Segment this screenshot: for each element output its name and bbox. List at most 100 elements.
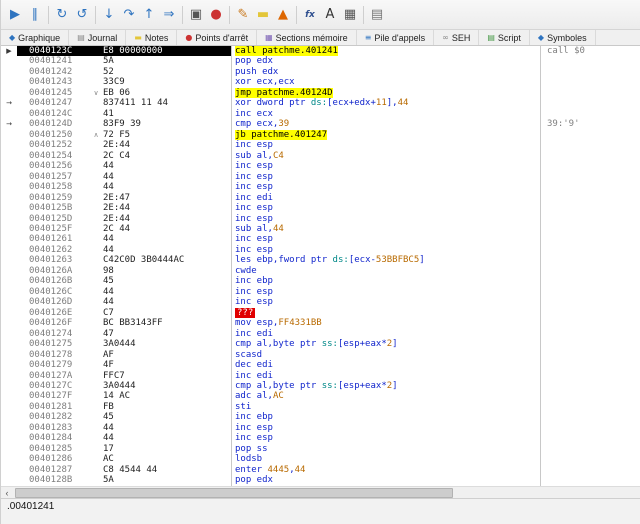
disasm-row[interactable]: → 00401247 837411 11 44 xor dword ptr ds:[e… [1,98,640,109]
disasm-row[interactable]: 00401263 C42C0D 3B0444AC les ebp,fword ptr… [1,255,640,266]
disasm-row[interactable]: 00401285 17 pop ss [1,443,640,455]
step-out-icon[interactable]: ↑ [139,4,159,26]
tab-memory-map[interactable]: ▦ Sections mémoire [257,30,357,45]
disasm-row[interactable]: 0040124C 41 inc ecx [1,108,640,120]
fx-icon[interactable]: fx [300,4,320,26]
scrollbar-track[interactable] [13,487,640,499]
disasm-row[interactable]: 00401257 44 inc esp [1,171,640,183]
disasm-row[interactable]: → 0040124D 83F9 39 cmp ecx,39 39:'9' [1,119,640,130]
disasm-row[interactable]: 00401262 44 inc esp [1,244,640,256]
horizontal-scrollbar[interactable]: ‹ [1,486,640,498]
disasm-row[interactable]: 00401281 FB sti [1,401,640,413]
pause-icon[interactable]: ∥ [25,4,45,26]
disasm-row[interactable]: 0040126D 44 inc esp [1,297,640,308]
tab-graph[interactable]: ◆ Graphique [1,30,70,45]
disasm-row[interactable]: 0040126E C7??? [1,307,640,319]
run-to-return-icon[interactable]: ⇒ [159,4,179,26]
tab-notes[interactable]: ▬ Notes [126,30,178,45]
scrollbar-thumb[interactable] [15,487,453,498]
instruction-cell: dec edi [231,360,540,371]
disasm-row[interactable]: 00401259 2E:47 inc edi [1,192,640,204]
disasm-row[interactable]: 0040127A FFC7 inc edi [1,370,640,381]
disasm-row[interactable]: 0040128B 5A pop edx [1,475,640,486]
disasm-row[interactable]: 00401241 5A pop edx [1,56,640,67]
memory-grid-icon[interactable]: ▤ [367,4,387,26]
disasm-row[interactable]: 0040125D 2E:44 inc esp [1,213,640,224]
disassembly-view[interactable]: ▶ 0040123C E8 00000000 call patchme.401241 c… [1,46,640,486]
comment-cell [540,56,640,67]
disasm-row[interactable]: 00401252 2E:44 inc esp [1,140,640,151]
disasm-row[interactable]: ▶ 0040123C E8 00000000 call patchme.401241 c… [1,46,640,57]
disasm-row[interactable]: 00401284 44 inc esp [1,433,640,444]
disasm-row[interactable]: 00401242 52 push edx [1,66,640,78]
step-into-icon[interactable]: ↓ [99,4,119,26]
disasm-row[interactable]: 0040126C 44 inc esp [1,286,640,298]
notes-icon[interactable]: ▬ [253,4,273,26]
tab-call-stack[interactable]: ≡ Pile d'appels [357,30,435,45]
disasm-row[interactable]: 00401261 44 inc esp [1,234,640,245]
disasm-row[interactable]: 00401287 C8 4544 44 enter 4445,44 [1,464,640,476]
disasm-row[interactable]: 00401250 ∧ 72 F5 jb patchme.401247 [1,129,640,141]
comment-cell [540,349,640,361]
disasm-row[interactable]: 0040127F 14 AC adc al,AC [1,391,640,402]
terminal-icon[interactable]: ▦ [340,4,360,26]
disasm-row[interactable]: 00401286 AC lodsb [1,454,640,465]
disasm-row[interactable]: 00401274 47 inc edi [1,328,640,340]
address-cell: 0040127C [29,381,73,391]
disasm-row[interactable]: 00401283 44 inc esp [1,422,640,434]
trace-icon[interactable]: ▣ [186,4,206,26]
disasm-row[interactable]: 00401278 AF scasd [1,349,640,361]
run-icon[interactable]: ▶ [5,4,25,26]
jump-strip-cell [89,98,103,108]
comment-cell [540,454,640,465]
instruction-cell: xor ecx,ecx [231,77,540,88]
gutter-cell [1,287,17,297]
disasm-row[interactable]: 00401256 44 inc esp [1,161,640,172]
gutter-cell [1,360,17,370]
jump-strip-cell [89,318,103,328]
disasm-row[interactable]: 00401258 44 inc esp [1,182,640,193]
script-icon: ▤ [487,33,495,42]
tab-breakpoints[interactable]: ● Points d'arrêt [177,30,258,45]
disasm-row[interactable]: 00401243 33C9 xor ecx,ecx [1,77,640,88]
invalid-instruction: ??? [235,307,256,318]
disasm-row[interactable]: 0040127C 3A0444 cmp al,byte ptr ss:[esp+ea… [1,381,640,392]
disasm-row[interactable]: 0040126F BC BB3143FF mov esp,FF4331BB [1,318,640,329]
address-cell: 0040126A [29,265,73,276]
toolbar-separator [182,5,183,24]
disasm-row[interactable]: 0040125B 2E:44 inc esp [1,203,640,214]
tab-journal[interactable]: ▤ Journal [69,30,127,45]
address-cell: 0040126F [29,318,73,329]
jump-down-icon: ∨ [93,88,99,97]
disasm-row[interactable]: 0040126A 98 cwde [1,265,640,277]
graph-icon: ◆ [9,33,16,42]
address-cell: 00401281 [29,401,73,412]
restart-icon[interactable]: ↻ [52,4,72,26]
address-cell: 00401261 [29,234,73,245]
disasm-row[interactable]: 00401282 45 inc ebp [1,412,640,423]
hot-trace-icon[interactable]: ▲ [273,4,293,26]
scroll-left-button[interactable]: ‹ [1,487,13,498]
disasm-row[interactable]: 0040125F 2C 44 sub al,44 [1,223,640,235]
font-icon[interactable]: A [320,4,340,26]
bytes-cell: 98 [103,265,114,276]
disasm-row[interactable]: 0040126B 45 inc ebp [1,276,640,287]
disasm-row[interactable]: 00401254 2C C4 sub al,C4 [1,150,640,162]
disasm-row[interactable]: 00401275 3A0444 cmp al,byte ptr ss:[esp+ea… [1,339,640,350]
tab-script[interactable]: ▤ Script [479,30,530,45]
disasm-row[interactable]: 00401245 ∨ EB 06 jmp patchme.40124D [1,87,640,99]
address-cell: 0040127A [29,370,73,381]
comment-cell [540,339,640,350]
address-cell: 00401241 [29,56,73,67]
instruction-cell: mov esp,FF4331BB [231,318,540,329]
gutter-cell [1,130,17,140]
tab-seh[interactable]: ∞ SEH [434,30,480,45]
jump-strip-cell [89,444,103,454]
step-over-icon[interactable]: ↷ [119,4,139,26]
breakpoint-toggle-icon[interactable]: ● [206,4,226,26]
disasm-row[interactable]: 00401279 4F dec edi [1,360,640,371]
jump-strip-cell [89,119,103,129]
patch-icon[interactable]: ✎ [233,4,253,26]
close-icon[interactable]: ↺ [72,4,92,26]
tab-symbols[interactable]: ◆ Symboles [530,30,596,45]
